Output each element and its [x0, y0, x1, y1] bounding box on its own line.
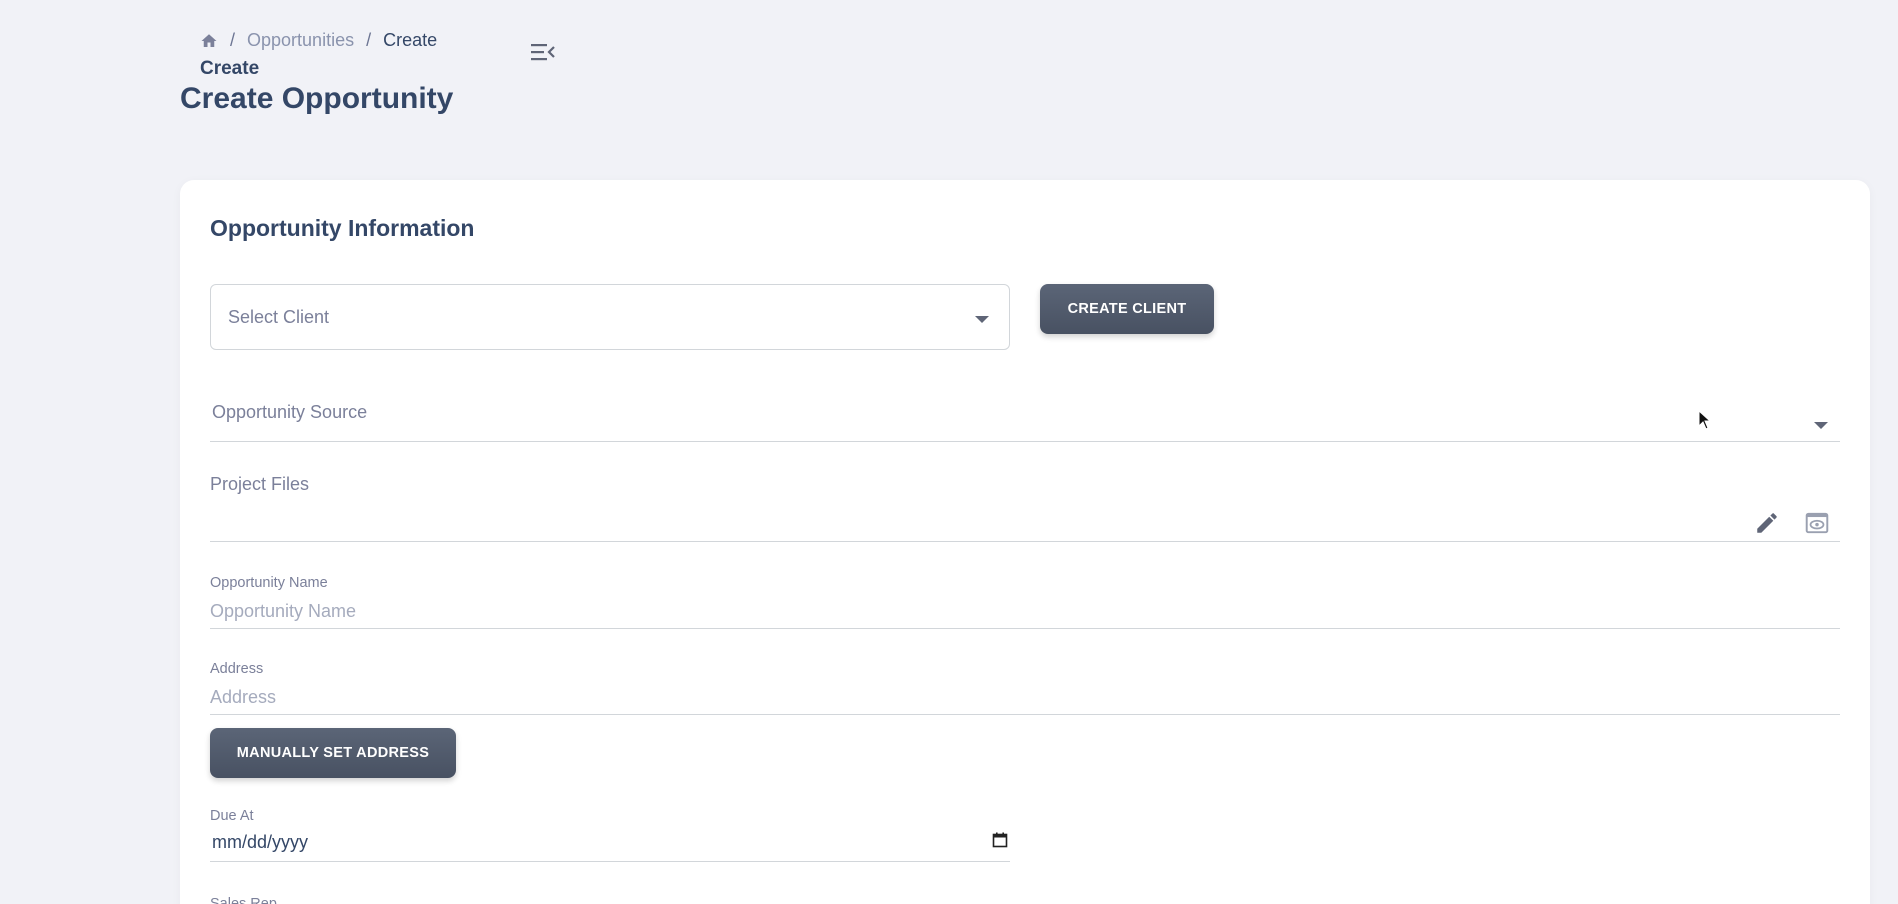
opportunity-name-field: Opportunity Name [210, 575, 1840, 629]
page-header: / Opportunities / Create Create Create O… [180, 26, 560, 146]
section-title: Opportunity Information [210, 215, 475, 241]
opportunity-source-select[interactable]: Opportunity Source [210, 392, 1840, 442]
breadcrumb-separator: / [230, 30, 236, 50]
create-client-button[interactable]: CREATE CLIENT [1040, 284, 1214, 334]
pencil-icon[interactable] [1754, 510, 1780, 536]
due-at-input[interactable]: mm/dd/yyyy [212, 832, 308, 853]
breadcrumb-create: Create [383, 30, 438, 50]
chevron-down-icon [1814, 422, 1828, 429]
select-client-dropdown[interactable]: Select Client [210, 284, 1010, 350]
breadcrumb: / Opportunities / Create [200, 30, 437, 51]
chevron-down-icon [975, 316, 989, 323]
manually-set-address-button[interactable]: MANUALLY SET ADDRESS [210, 728, 456, 778]
breadcrumb-title: Create [200, 58, 260, 79]
opportunity-name-input[interactable] [210, 597, 1840, 625]
due-at-field[interactable]: Due At mm/dd/yyyy [210, 808, 1010, 862]
address-field: Address [210, 661, 1840, 715]
menu-collapse-icon[interactable] [530, 40, 556, 64]
select-client-placeholder: Select Client [228, 307, 330, 327]
project-files-label: Project Files [210, 474, 310, 494]
opportunity-form-card: Opportunity Information Select Client CR… [180, 180, 1870, 904]
sales-rep-label: Sales Rep [210, 896, 277, 904]
calendar-icon[interactable] [992, 832, 1008, 848]
breadcrumb-opportunities[interactable]: Opportunities [247, 30, 354, 51]
project-files-field: Project Files [210, 462, 1840, 542]
address-label: Address [210, 661, 264, 677]
page-title: Create Opportunity [180, 82, 454, 115]
breadcrumb-separator: / [366, 30, 372, 50]
preview-icon[interactable] [1804, 510, 1830, 536]
mouse-cursor-icon [1698, 409, 1712, 430]
due-at-label: Due At [210, 808, 254, 824]
opportunity-name-label: Opportunity Name [210, 575, 328, 591]
home-icon[interactable] [200, 32, 218, 50]
opportunity-source-label: Opportunity Source [212, 402, 368, 422]
address-input[interactable] [210, 683, 1840, 711]
